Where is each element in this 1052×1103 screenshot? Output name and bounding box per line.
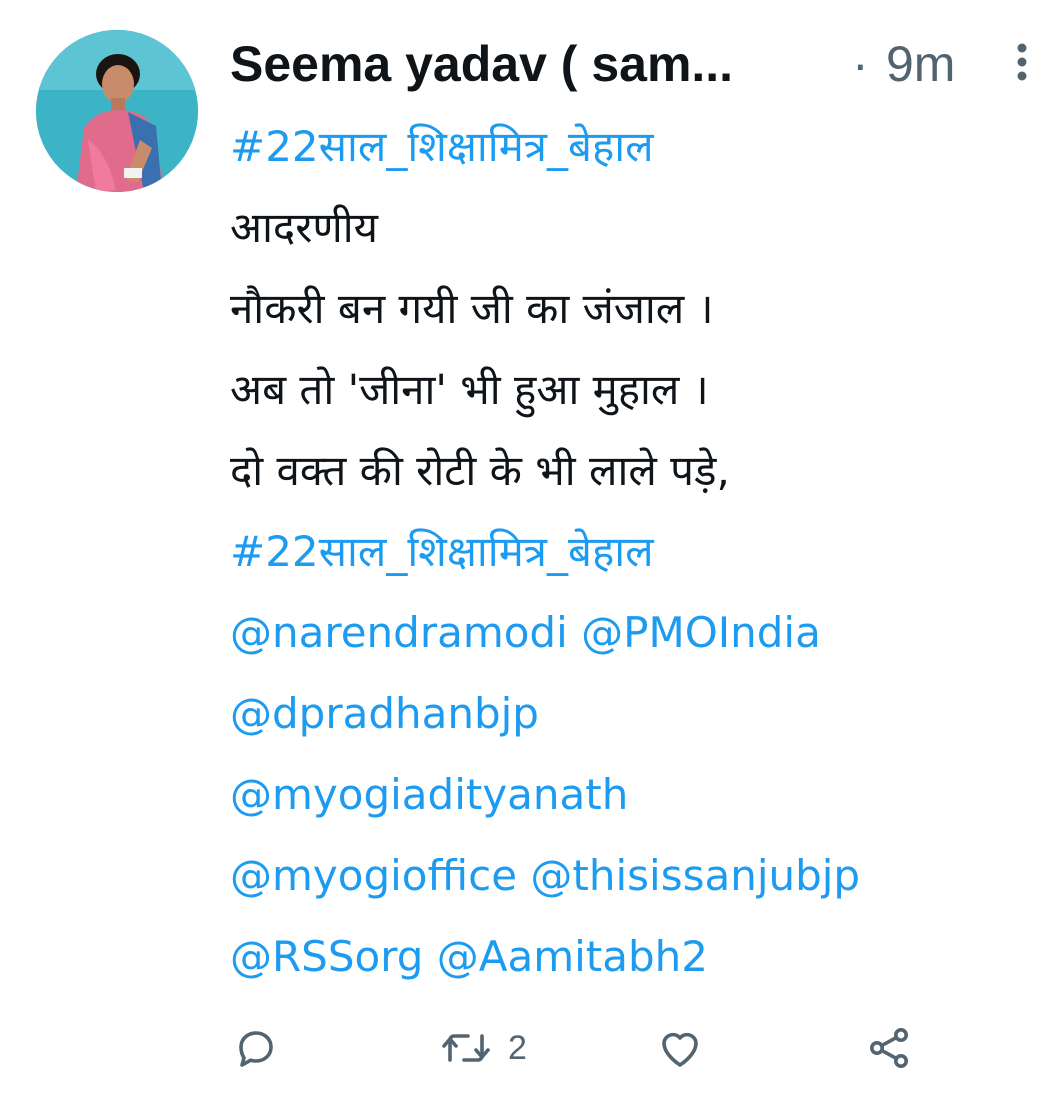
mention-link[interactable]: @narendramodi	[230, 608, 568, 657]
mention-link[interactable]: @myogioffice	[230, 851, 517, 900]
tweet-text-line: दो वक्त की रोटी के भी लाले पड़े,	[230, 446, 730, 495]
retweet-count: 2	[508, 1028, 527, 1067]
more-options-icon[interactable]	[1010, 40, 1034, 84]
share-icon	[870, 1028, 908, 1068]
retweet-button[interactable]: 2	[438, 1018, 527, 1078]
tweet-actions: 2	[230, 1018, 930, 1078]
hashtag-link[interactable]: #22साल_शिक्षामित्र_बेहाल	[230, 511, 1030, 592]
tweet-text-line: आदरणीय	[230, 203, 379, 252]
reply-icon	[239, 1031, 273, 1067]
share-button[interactable]	[864, 1018, 914, 1078]
retweet-icon	[442, 1034, 490, 1062]
reply-button[interactable]	[232, 1018, 280, 1078]
mention-link[interactable]: @thisissanjubjp	[530, 851, 860, 900]
mention-link[interactable]: @dpradhanbjp	[230, 689, 539, 738]
mention-link[interactable]: @RSSorg	[230, 932, 423, 981]
like-button[interactable]	[655, 1018, 705, 1078]
tweet-timestamp[interactable]: 9m	[886, 34, 955, 94]
tweet[interactable]: Seema yadav ( sam... · 9m #22साल_शिक्षाम…	[0, 0, 1052, 1103]
mention-link[interactable]: @PMOIndia	[581, 608, 821, 657]
tweet-text-line: नौकरी बन गयी जी का जंजाल ।	[230, 284, 714, 333]
mention-link[interactable]: @myogiadityanath	[230, 770, 628, 819]
tweet-text-line: अब तो 'जीना' भी हुआ मुहाल ।	[230, 365, 709, 414]
mention-link[interactable]: @Aamitabh2	[437, 932, 708, 981]
avatar-image	[36, 30, 198, 192]
tweet-header: Seema yadav ( sam... · 9m	[230, 34, 1030, 94]
hashtag-link[interactable]: #22साल_शिक्षामित्र_बेहाल	[230, 106, 1030, 187]
author-display-name[interactable]: Seema yadav ( sam...	[230, 34, 733, 94]
avatar[interactable]	[36, 30, 198, 192]
tweet-body: #22साल_शिक्षामित्र_बेहाल आदरणीय नौकरी बन…	[230, 106, 1030, 997]
heart-icon	[662, 1032, 698, 1067]
header-separator: ·	[852, 36, 869, 92]
